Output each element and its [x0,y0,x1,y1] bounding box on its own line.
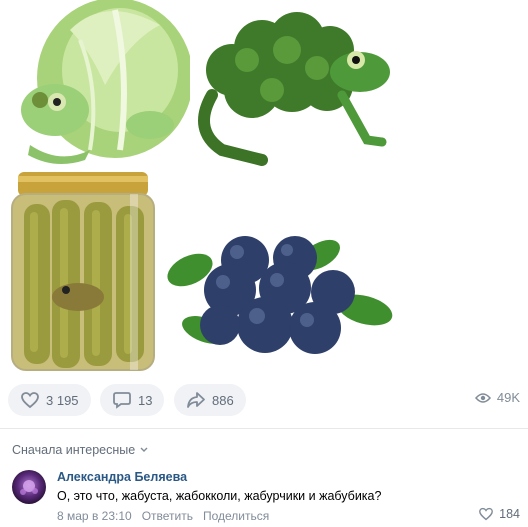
heart-icon [479,507,494,521]
comment-item: Александра Беляева О, это что, жабуста, … [57,469,517,524]
blueberry-frogs-image[interactable] [165,230,395,360]
comment-text: О, это что, жабуста, жабокколи, жабурчик… [57,489,382,503]
divider [0,428,528,429]
share-count: 886 [212,392,234,408]
heart-icon [21,392,39,409]
comment-count: 13 [138,392,153,408]
sort-label: Сначала интересные [12,443,136,457]
like-button[interactable]: 3 195 [8,384,91,416]
comment-meta: 8 мар в 23:10 Ответить Поделиться [57,508,517,524]
comment-icon [113,392,131,409]
comment-button[interactable]: 13 [100,384,165,416]
share-button[interactable]: 886 [174,384,246,416]
cabbage-frog-image[interactable] [10,0,190,170]
comment-like-button[interactable]: 184 [478,507,520,521]
like-count: 3 195 [46,392,79,408]
views-count: 49K [496,390,520,405]
share-link[interactable]: Поделиться [203,508,269,524]
pickle-jar-frog-image[interactable] [10,172,160,372]
comment-sort-dropdown[interactable]: Сначала интересные [12,443,149,457]
chevron-down-icon [140,447,148,452]
comment-author[interactable]: Александра Беляева [57,469,517,485]
eye-icon [474,392,491,403]
share-arrow-icon [187,392,205,408]
broccoli-frog-image[interactable] [192,10,397,170]
post-action-bar: 3 195 13 886 49K [0,384,528,416]
avatar[interactable] [12,470,46,504]
comment-like-count: 184 [499,507,520,521]
comment-date[interactable]: 8 мар в 23:10 [57,508,132,524]
reply-link[interactable]: Ответить [142,508,193,524]
post-image-collage[interactable] [0,0,528,378]
views-counter: 49K [474,390,520,405]
